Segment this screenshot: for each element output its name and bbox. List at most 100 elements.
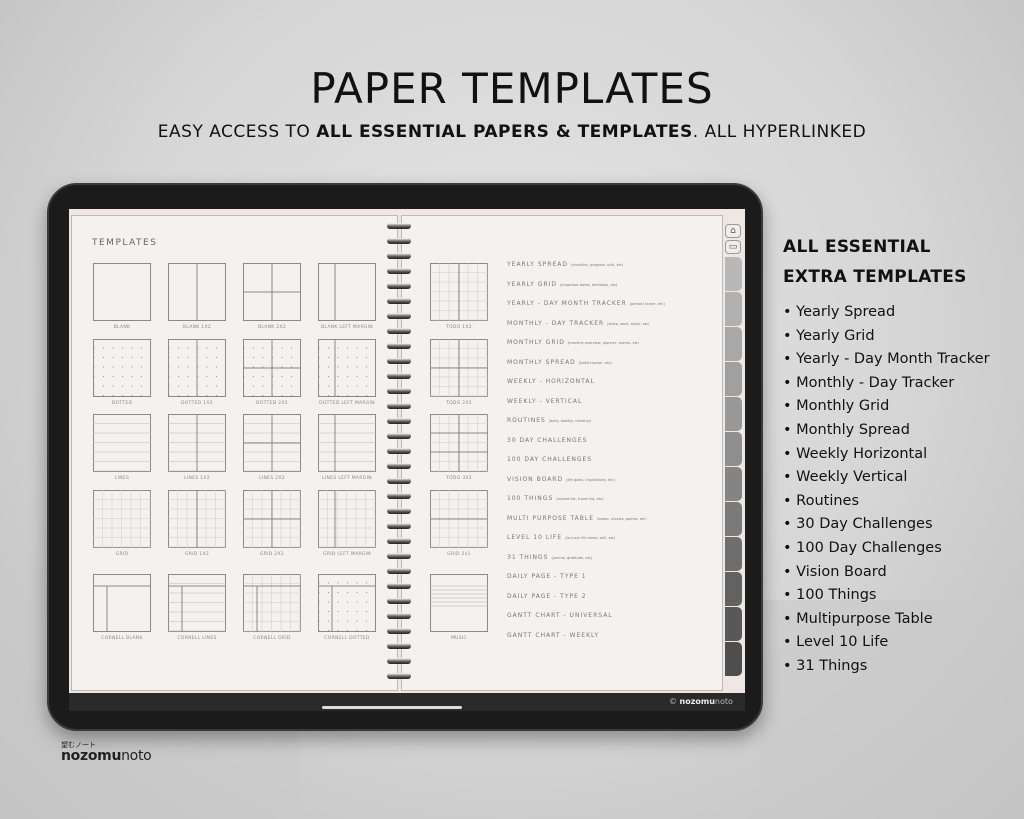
template-label: LINES	[114, 476, 130, 481]
template-link[interactable]: DAILY PAGE - TYPE 1	[507, 573, 590, 580]
template-thumbnail[interactable]	[93, 490, 151, 548]
template-thumbnail[interactable]	[318, 263, 376, 321]
template-thumbnail[interactable]	[168, 490, 226, 548]
template-link[interactable]: GANTT CHART - WEEKLY	[507, 632, 602, 639]
template-link-note: (books, movies, games, etc)	[597, 516, 647, 521]
template-link[interactable]: LEVEL 10 LIFE (to track life areas, skill…	[507, 534, 615, 541]
template-link[interactable]: MONTHLY GRID (monthly overview, planner, …	[507, 339, 639, 346]
spiral-ring	[387, 343, 411, 349]
template-thumbnail[interactable]	[430, 490, 488, 548]
template-thumbnail[interactable]	[318, 574, 376, 632]
template-link[interactable]: 100 THINGS (bucket list, travel list, etc…	[507, 495, 603, 502]
section-tab[interactable]	[725, 397, 742, 431]
template-thumbnail[interactable]	[93, 574, 151, 632]
section-tab[interactable]	[725, 292, 742, 326]
template-link[interactable]: GANTT CHART - UNIVERSAL	[507, 612, 616, 619]
template-thumbnail[interactable]	[93, 339, 151, 397]
spiral-ring	[387, 583, 411, 589]
spiral-ring	[387, 253, 411, 259]
spiral-ring	[387, 388, 411, 394]
template-link-note: (journal, gratitude, etc)	[551, 555, 593, 560]
spiral-ring	[387, 403, 411, 409]
spiral-ring	[387, 313, 411, 319]
template-thumbnail[interactable]	[243, 414, 301, 472]
section-tab[interactable]	[725, 327, 742, 361]
template-link[interactable]: WEEKLY - VERTICAL	[507, 398, 585, 405]
section-tab[interactable]	[725, 432, 742, 466]
template-link-label: WEEKLY - VERTICAL	[507, 397, 583, 405]
template-thumbnail[interactable]	[318, 414, 376, 472]
template-thumbnail[interactable]	[318, 490, 376, 548]
template-link[interactable]: WEEKLY - HORIZONTAL	[507, 378, 598, 385]
template-link[interactable]: YEARLY - DAY MONTH TRACKER (period tracke…	[507, 300, 665, 307]
template-link[interactable]: DAILY PAGE - TYPE 2	[507, 593, 590, 600]
spiral-ring	[387, 538, 411, 544]
template-link[interactable]: YEARLY SPREAD (checklist, progress, bills…	[507, 261, 623, 268]
template-label: TODO 1X2	[446, 325, 472, 330]
template-label: CORNELL GRID	[253, 636, 291, 641]
section-tab[interactable]	[725, 572, 742, 606]
template-thumbnail[interactable]	[168, 339, 226, 397]
template-thumbnail[interactable]	[430, 414, 488, 472]
template-thumbnail[interactable]	[243, 339, 301, 397]
spiral-binding	[387, 223, 411, 683]
template-thumbnail[interactable]	[243, 490, 301, 548]
section-tab[interactable]	[725, 257, 742, 291]
template-link[interactable]: MULTI PURPOSE TABLE (books, movies, games…	[507, 515, 647, 522]
template-link[interactable]: MONTHLY SPREAD (habit tracker, etc)	[507, 359, 612, 366]
home-icon[interactable]: ⌂	[725, 224, 741, 238]
template-link[interactable]: VISION BOARD (life goals, inspirations, e…	[507, 476, 615, 483]
template-link-label: YEARLY GRID	[507, 280, 558, 288]
template-thumbnail[interactable]	[168, 263, 226, 321]
template-label: MUSIC	[450, 636, 467, 641]
template-thumbnail[interactable]	[243, 574, 301, 632]
template-thumbnail[interactable]	[430, 263, 488, 321]
template-link[interactable]: 100 DAY CHALLENGES	[507, 456, 595, 463]
side-list-item: Yearly Spread	[783, 301, 990, 325]
template-label: DOTTED 1X2	[181, 401, 213, 406]
spiral-ring	[387, 673, 411, 679]
side-list-item: Yearly - Day Month Tracker	[783, 348, 989, 372]
side-list-item: 100 Day Challenges	[783, 537, 990, 561]
copyright-bold: nozomu	[679, 697, 715, 706]
template-thumbnail[interactable]	[430, 574, 488, 632]
template-link-label: GANTT CHART - WEEKLY	[507, 631, 600, 639]
template-label: LINES 2X2	[259, 476, 285, 481]
template-link-label: WEEKLY - HORIZONTAL	[507, 378, 595, 385]
section-tab[interactable]	[725, 467, 742, 501]
template-thumbnail[interactable]	[243, 263, 301, 321]
template-link[interactable]: MONTHLY - DAY TRACKER (sleep, work, study…	[507, 320, 650, 327]
template-link-label: 100 THINGS	[507, 495, 554, 502]
home-indicator[interactable]	[322, 706, 462, 709]
section-tab[interactable]	[725, 642, 742, 676]
template-label: DOTTED LEFT MARGIN	[319, 401, 375, 406]
template-link[interactable]: ROUTINES (daily, weekly, monthly)	[507, 417, 591, 424]
spiral-ring	[387, 508, 411, 514]
template-label: LINES 1X2	[184, 476, 210, 481]
calendar-icon[interactable]: ▭	[725, 240, 741, 254]
side-list-item: 30 Day Challenges	[783, 513, 990, 537]
template-thumbnail[interactable]	[93, 414, 151, 472]
template-thumbnail[interactable]	[430, 339, 488, 397]
section-tab[interactable]	[725, 537, 742, 571]
template-thumbnail[interactable]	[93, 263, 151, 321]
side-list-item: Monthly - Day Tracker	[783, 372, 990, 396]
section-tab[interactable]	[725, 362, 742, 396]
side-list-item: Weekly Horizontal	[783, 443, 990, 467]
template-label: CORNELL BLANK	[101, 636, 143, 641]
template-link[interactable]: 31 THINGS (journal, gratitude, etc)	[507, 554, 592, 561]
spiral-ring	[387, 658, 411, 664]
section-tabs	[725, 257, 742, 677]
template-link[interactable]: 30 DAY CHALLENGES	[507, 437, 590, 444]
side-list: Yearly SpreadYearly GridYearly - Day Mon…	[783, 301, 990, 679]
spiral-ring	[387, 223, 411, 229]
template-link-label: YEARLY - DAY MONTH TRACKER	[507, 300, 627, 307]
spiral-ring	[387, 598, 411, 604]
template-label: GRID	[115, 552, 129, 557]
section-tab[interactable]	[725, 502, 742, 536]
template-link[interactable]: YEARLY GRID (important dates, birthdays, …	[507, 281, 617, 288]
template-thumbnail[interactable]	[318, 339, 376, 397]
template-thumbnail[interactable]	[168, 414, 226, 472]
section-tab[interactable]	[725, 607, 742, 641]
template-thumbnail[interactable]	[168, 574, 226, 632]
